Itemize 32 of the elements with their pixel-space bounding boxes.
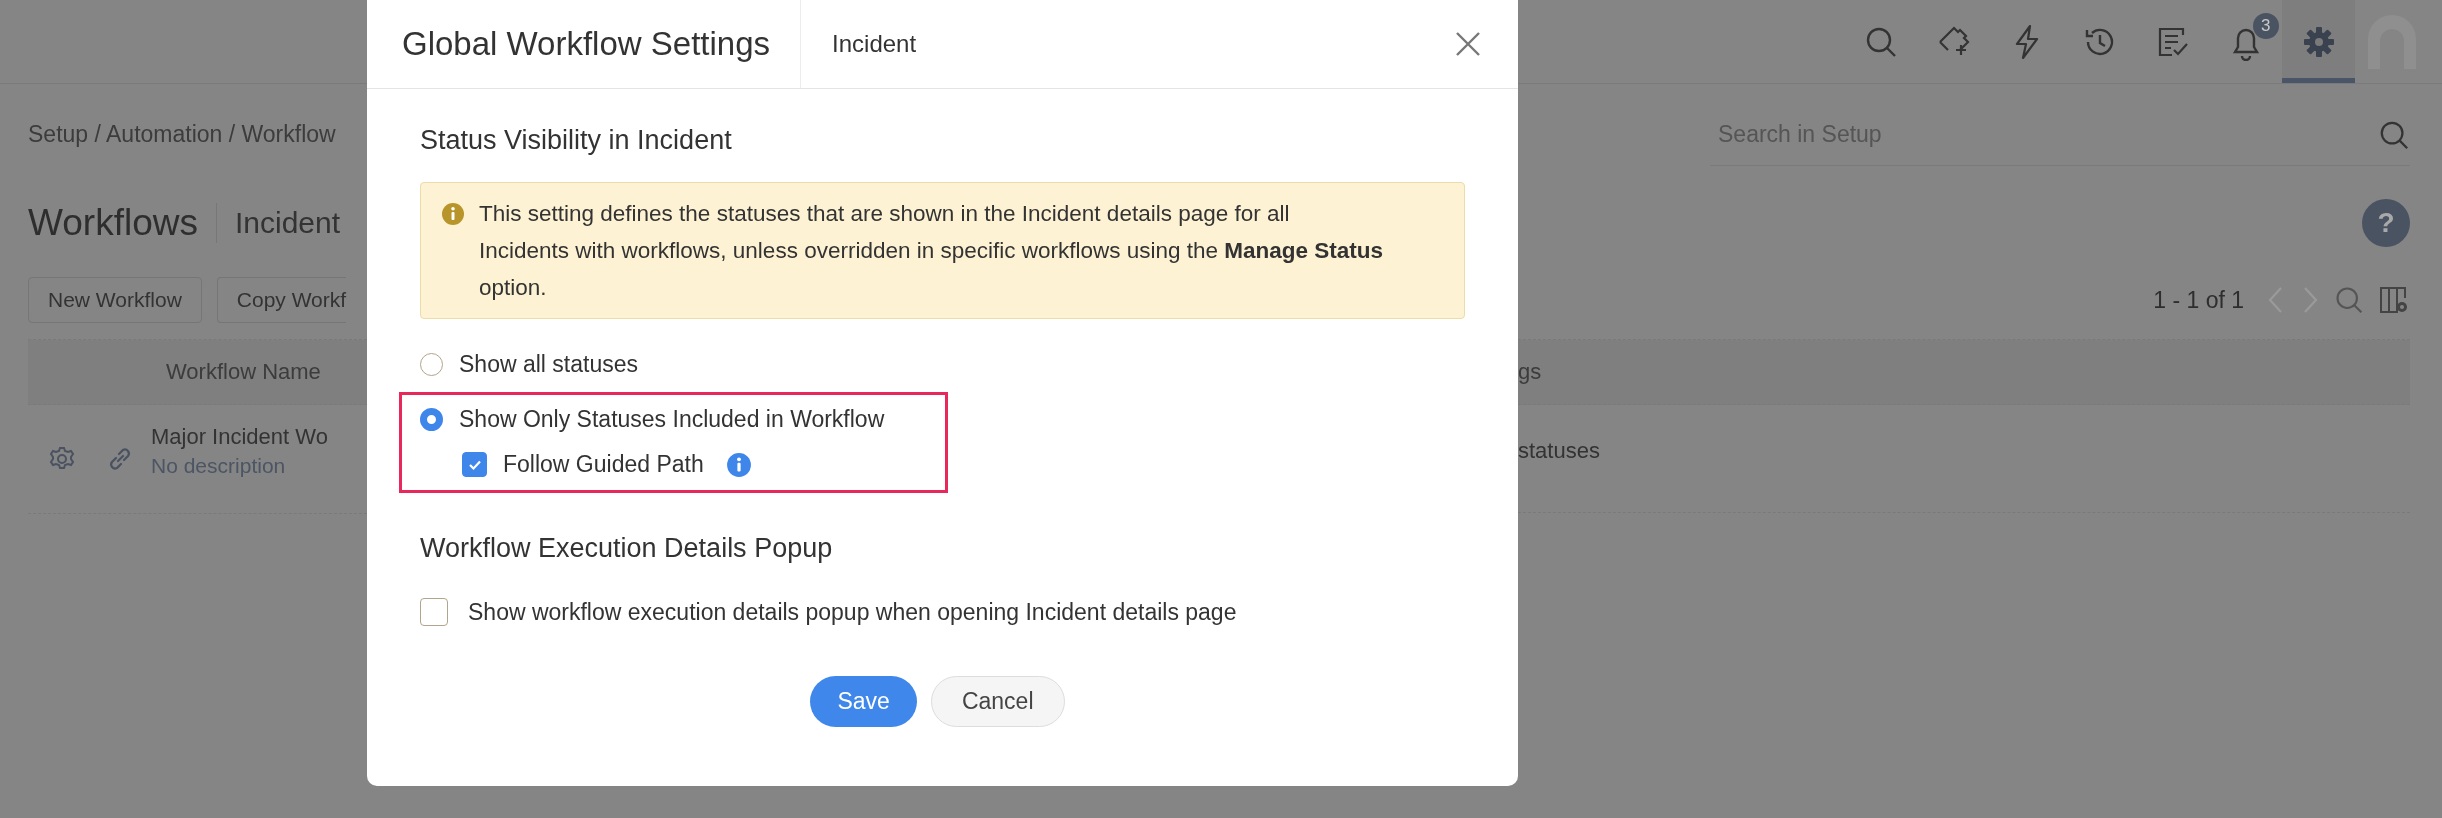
- checkbox-label[interactable]: Show workflow execution details popup when opening Incident details page: [468, 598, 1237, 626]
- table-cell: statuses: [1518, 438, 1600, 464]
- checkbox[interactable]: [420, 598, 448, 626]
- section-heading: Workflow Execution Details Popup: [420, 533, 834, 564]
- page-subtitle: Incident: [233, 205, 341, 240]
- checkbox-label[interactable]: Follow Guided Path: [503, 451, 704, 478]
- search-icon[interactable]: [2334, 285, 2364, 315]
- toolbar-button[interactable]: New Workflow: [28, 277, 202, 323]
- toolbar-button[interactable]: Copy Workf: [216, 277, 347, 323]
- notice-text: This setting defines the statuses that are shown in the Incident details page for all Incidents with workflows, unless overridden in specific workflows using the Manage Status option.: [479, 200, 1384, 302]
- checkbox[interactable]: [462, 452, 487, 477]
- cancel-button[interactable]: Cancel: [930, 676, 1065, 727]
- column-settings-icon[interactable]: [2378, 284, 2410, 316]
- page-title: Workflows: [28, 202, 217, 243]
- help-button[interactable]: ?: [2362, 198, 2410, 247]
- close-icon[interactable]: [1454, 30, 1482, 58]
- info-icon[interactable]: [725, 451, 752, 478]
- notification-badge: 3: [2253, 12, 2279, 39]
- column-header[interactable]: gs: [1518, 359, 1542, 385]
- option-label[interactable]: Show Only Statuses Included in Workflow: [459, 406, 885, 433]
- option-label[interactable]: Show all statuses: [459, 351, 638, 378]
- save-button[interactable]: Save: [810, 676, 917, 727]
- info-icon: [441, 202, 465, 226]
- dialog-title: Global Workflow Settings: [367, 0, 802, 88]
- column-header[interactable]: Workflow Name: [166, 359, 321, 385]
- pagination-label: 1 - 1 of 1: [2153, 286, 2244, 314]
- radio-button[interactable]: [420, 408, 443, 431]
- section-heading: Status Visibility in Incident: [420, 125, 733, 156]
- dialog-crumb: Incident: [832, 30, 918, 58]
- workflow-name[interactable]: Major Incident Wo: [151, 424, 328, 450]
- breadcrumb: Setup / Automation / Workflow: [28, 120, 336, 148]
- workflow-description: No description: [151, 454, 287, 478]
